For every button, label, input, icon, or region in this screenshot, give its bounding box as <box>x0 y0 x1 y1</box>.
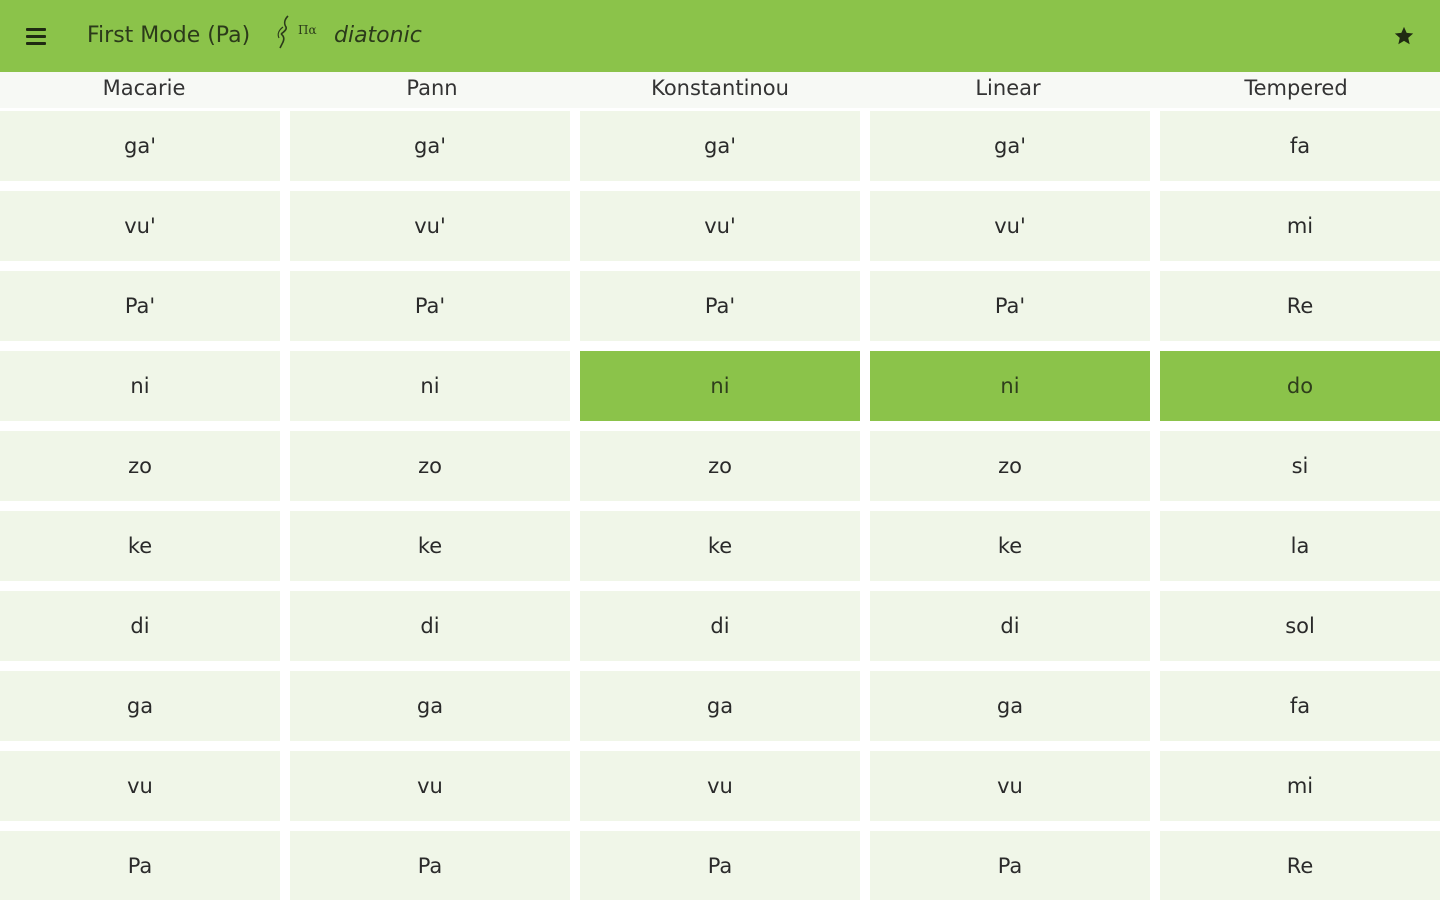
tuning-subtitle: diatonic <box>334 23 422 48</box>
table-row: ga' ga' ga' ga' fa <box>0 108 1440 188</box>
note-cell[interactable]: ni <box>580 351 860 421</box>
note-cell[interactable]: vu' <box>870 191 1150 261</box>
note-cell[interactable]: zo <box>0 431 280 501</box>
note-cell[interactable]: Re <box>1160 271 1440 341</box>
column-header: Konstantinou <box>651 76 789 100</box>
note-cell[interactable]: ga' <box>580 111 860 181</box>
note-cell[interactable]: vu' <box>290 191 570 261</box>
note-cell[interactable]: ke <box>580 511 860 581</box>
menu-bar-line <box>26 27 46 31</box>
app-window: First Mode (Pa) Πα diatonic Macarie Pann… <box>0 0 1440 900</box>
note-cell[interactable]: Pa <box>580 831 860 900</box>
note-cell[interactable]: ga <box>0 671 280 741</box>
note-cell[interactable]: ga' <box>290 111 570 181</box>
table-row: vu vu vu vu mi <box>0 748 1440 828</box>
note-cell[interactable]: vu <box>0 751 280 821</box>
note-cell[interactable]: sol <box>1160 591 1440 661</box>
menu-bar-line <box>26 41 46 45</box>
note-cell[interactable]: Pa <box>290 831 570 900</box>
note-cell[interactable]: Pa' <box>290 271 570 341</box>
column-header: Pann <box>406 76 458 100</box>
menu-bar-line <box>26 34 46 38</box>
note-cell[interactable]: vu <box>580 751 860 821</box>
note-cell[interactable]: mi <box>1160 751 1440 821</box>
note-cell[interactable]: ga <box>580 671 860 741</box>
note-cell[interactable]: do <box>1160 351 1440 421</box>
table-row: ni ni ni ni do <box>0 348 1440 428</box>
table-row: di di di di sol <box>0 588 1440 668</box>
note-cell[interactable]: zo <box>580 431 860 501</box>
svg-text:Πα: Πα <box>298 23 317 37</box>
note-cell[interactable]: zo <box>870 431 1150 501</box>
note-cell[interactable]: zo <box>290 431 570 501</box>
note-cell[interactable]: si <box>1160 431 1440 501</box>
note-cell[interactable]: di <box>0 591 280 661</box>
note-cell[interactable]: Pa <box>0 831 280 900</box>
note-cell[interactable]: Pa <box>870 831 1150 900</box>
first-mode-neume-icon: Πα <box>272 14 322 50</box>
table-row: Pa Pa Pa Pa Re <box>0 828 1440 900</box>
scale-grid: ga' ga' ga' ga' fa vu' vu' vu' vu' mi Pa' Pa' Pa' Pa'… <box>0 108 1440 900</box>
note-cell[interactable]: ga' <box>0 111 280 181</box>
table-row: vu' vu' vu' vu' mi <box>0 188 1440 268</box>
note-cell[interactable]: mi <box>1160 191 1440 261</box>
column-header: Linear <box>975 76 1041 100</box>
note-cell[interactable]: vu <box>870 751 1150 821</box>
note-cell[interactable]: ga' <box>870 111 1150 181</box>
note-cell[interactable]: la <box>1160 511 1440 581</box>
note-cell[interactable]: di <box>870 591 1150 661</box>
column-header: Macarie <box>102 76 186 100</box>
note-cell[interactable]: di <box>290 591 570 661</box>
star-icon[interactable] <box>1386 18 1422 54</box>
note-cell[interactable]: ke <box>290 511 570 581</box>
note-cell[interactable]: Pa' <box>870 271 1150 341</box>
table-row: Pa' Pa' Pa' Pa' Re <box>0 268 1440 348</box>
column-header-row: Macarie Pann Konstantinou Linear Tempere… <box>0 72 1440 108</box>
note-cell[interactable]: ke <box>0 511 280 581</box>
column-header: Tempered <box>1244 76 1348 100</box>
note-cell[interactable]: ni <box>290 351 570 421</box>
note-cell[interactable]: ni <box>0 351 280 421</box>
note-cell[interactable]: vu' <box>0 191 280 261</box>
note-cell[interactable]: Pa' <box>0 271 280 341</box>
note-cell[interactable]: ga <box>870 671 1150 741</box>
top-app-bar: First Mode (Pa) Πα diatonic <box>0 0 1440 72</box>
table-row: ke ke ke ke la <box>0 508 1440 588</box>
page-title: First Mode (Pa) <box>87 23 251 48</box>
note-cell[interactable]: di <box>580 591 860 661</box>
hamburger-menu-icon[interactable] <box>16 16 56 56</box>
table-row: ga ga ga ga fa <box>0 668 1440 748</box>
note-cell[interactable]: fa <box>1160 111 1440 181</box>
note-cell[interactable]: vu <box>290 751 570 821</box>
note-cell[interactable]: Pa' <box>580 271 860 341</box>
table-row: zo zo zo zo si <box>0 428 1440 508</box>
note-cell[interactable]: Re <box>1160 831 1440 900</box>
note-cell[interactable]: ga <box>290 671 570 741</box>
note-cell[interactable]: ke <box>870 511 1150 581</box>
note-cell[interactable]: vu' <box>580 191 860 261</box>
note-cell[interactable]: fa <box>1160 671 1440 741</box>
note-cell[interactable]: ni <box>870 351 1150 421</box>
